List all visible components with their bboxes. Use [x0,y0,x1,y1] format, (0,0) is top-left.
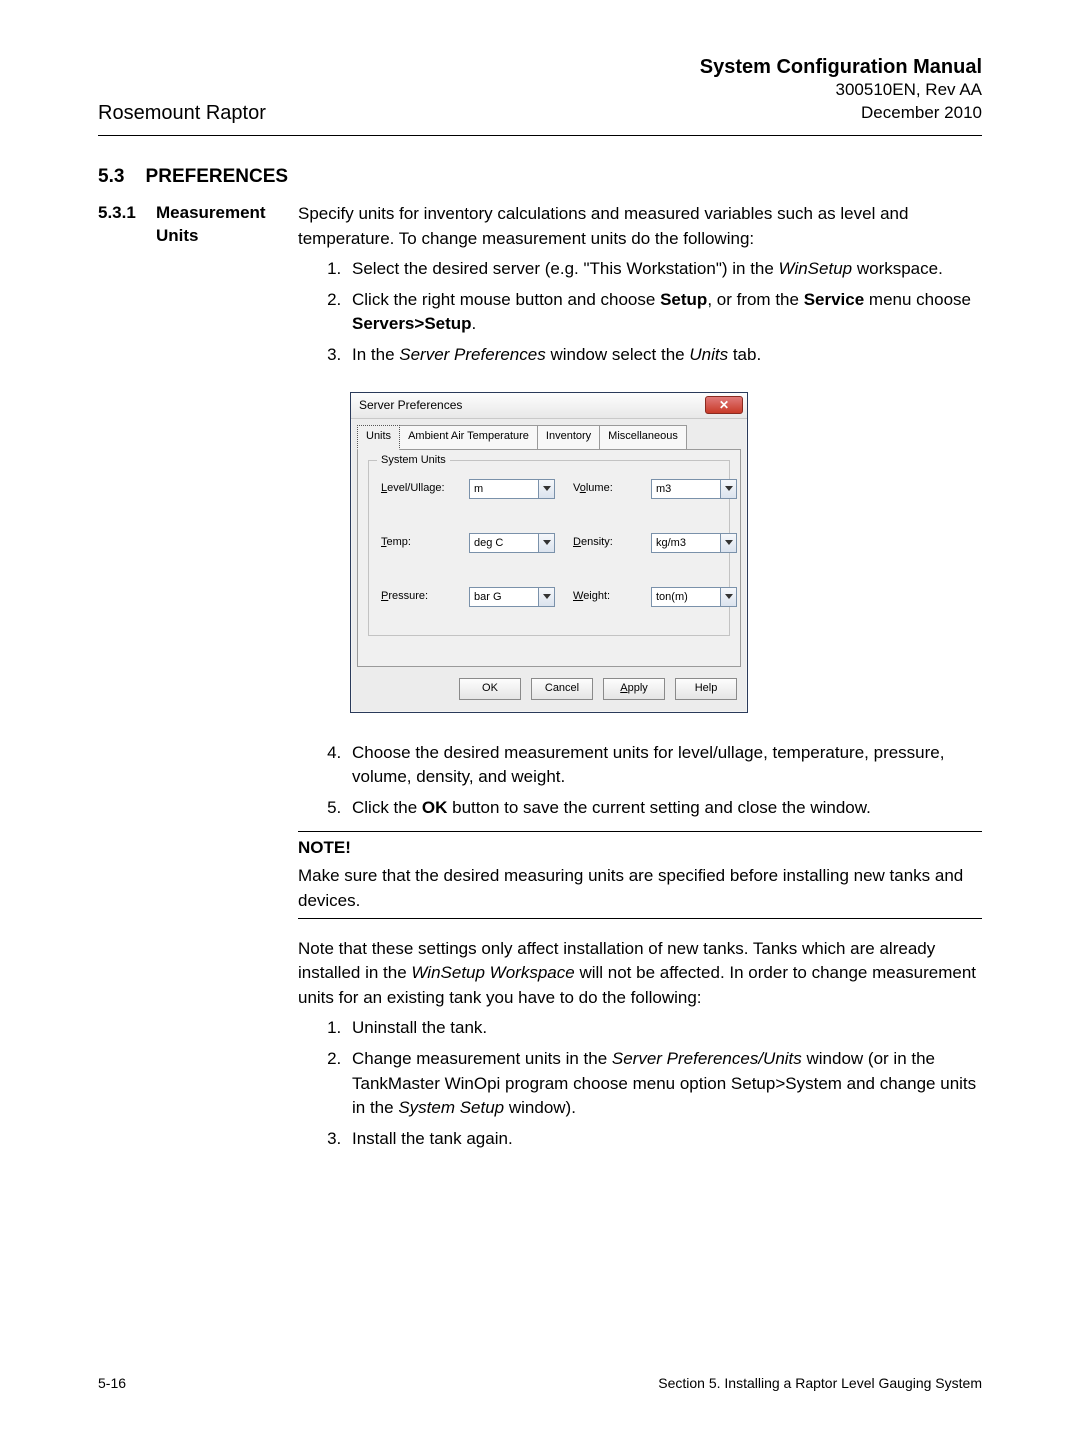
dialog-button-row: OK Cancel Apply Help [351,668,747,712]
steps-list-2: Choose the desired measurement units for… [298,741,982,821]
manual-title: System Configuration Manual [700,56,982,79]
subsection-title: Measurement Units [156,202,298,1158]
level-select[interactable]: m [469,479,555,499]
cancel-button[interactable]: Cancel [531,678,593,700]
b-step-2: Change measurement units in the Server P… [346,1047,982,1121]
tab-inventory[interactable]: Inventory [537,425,600,450]
subsection-number: 5.3.1 [98,202,156,1158]
note-rule-top [298,831,982,832]
product-name: Rosemount Raptor [98,102,266,125]
tab-units[interactable]: Units [357,425,400,450]
temp-select[interactable]: deg C [469,533,555,553]
pressure-value: bar G [470,588,538,606]
b-step-3: Install the tank again. [346,1127,982,1152]
pressure-label: Pressure: [381,589,451,605]
section-number: 5.3 [98,166,124,187]
tab-body: System Units Level/Ullage: m Volume: m3 [357,449,741,667]
page-footer: 5-16 Section 5. Installing a Raptor Leve… [98,1375,982,1391]
dialog-titlebar[interactable]: Server Preferences ✕ [351,393,747,419]
close-icon: ✕ [719,399,729,411]
apply-button[interactable]: Apply [603,678,665,700]
step-4: Choose the desired measurement units for… [346,741,982,790]
system-units-group: System Units Level/Ullage: m Volume: m3 [368,460,730,636]
weight-label: Weight: [573,589,633,605]
dialog-screenshot: Server Preferences ✕ Units Ambient Air T… [350,392,982,713]
units-form-grid: Level/Ullage: m Volume: m3 [381,479,717,607]
subsection-label: 5.3.1 Measurement Units [98,202,298,1158]
section-title: PREFERENCES [146,166,289,187]
b-step-1: Uninstall the tank. [346,1016,982,1041]
density-label: Density: [573,535,633,551]
chevron-down-icon[interactable] [538,480,554,498]
group-legend: System Units [377,453,450,469]
density-select[interactable]: kg/m3 [651,533,737,553]
server-preferences-dialog: Server Preferences ✕ Units Ambient Air T… [350,392,748,713]
note-heading: NOTE! [298,836,982,861]
section-heading: 5.3 PREFERENCES [98,166,982,188]
dialog-title: Server Preferences [359,397,462,414]
page-header: Rosemount Raptor System Configuration Ma… [98,56,982,131]
step-3: In the Server Preferences window select … [346,343,982,368]
paragraph-existing-tanks: Note that these settings only affect ins… [298,937,982,1011]
tab-ambient-air-temperature[interactable]: Ambient Air Temperature [399,425,538,450]
doc-id: 300510EN, Rev AA [700,79,982,102]
chevron-down-icon[interactable] [538,534,554,552]
pressure-select[interactable]: bar G [469,587,555,607]
header-rule [98,135,982,136]
level-value: m [470,480,538,498]
density-value: kg/m3 [652,534,720,552]
steps-list-3: Uninstall the tank. Change measurement u… [298,1016,982,1151]
subsection-row: 5.3.1 Measurement Units Specify units fo… [98,202,982,1158]
tabs-row: Units Ambient Air Temperature Inventory … [351,419,747,450]
chevron-down-icon[interactable] [720,588,736,606]
footer-section-title: Section 5. Installing a Raptor Level Gau… [658,1375,982,1391]
level-label: Level/Ullage: [381,481,451,497]
step-2: Click the right mouse button and choose … [346,288,982,337]
weight-select[interactable]: ton(m) [651,587,737,607]
help-button[interactable]: Help [675,678,737,700]
doc-date: December 2010 [700,102,982,125]
step-5: Click the OK button to save the current … [346,796,982,821]
volume-select[interactable]: m3 [651,479,737,499]
steps-list-1: Select the desired server (e.g. "This Wo… [298,257,982,368]
chevron-down-icon[interactable] [720,480,736,498]
note-body: Make sure that the desired measuring uni… [298,864,982,913]
header-right: System Configuration Manual 300510EN, Re… [700,56,982,125]
weight-value: ton(m) [652,588,720,606]
volume-label: Volume: [573,481,633,497]
content-column: Specify units for inventory calculations… [298,202,982,1158]
volume-value: m3 [652,480,720,498]
chevron-down-icon[interactable] [538,588,554,606]
ok-button[interactable]: OK [459,678,521,700]
close-button[interactable]: ✕ [705,396,743,414]
step-1: Select the desired server (e.g. "This Wo… [346,257,982,282]
document-page: Rosemount Raptor System Configuration Ma… [0,0,1080,1437]
temp-value: deg C [470,534,538,552]
chevron-down-icon[interactable] [720,534,736,552]
tab-miscellaneous[interactable]: Miscellaneous [599,425,687,450]
note-rule-bottom [298,918,982,919]
page-number: 5-16 [98,1375,126,1391]
temp-label: Temp: [381,535,451,551]
intro-paragraph: Specify units for inventory calculations… [298,202,982,251]
